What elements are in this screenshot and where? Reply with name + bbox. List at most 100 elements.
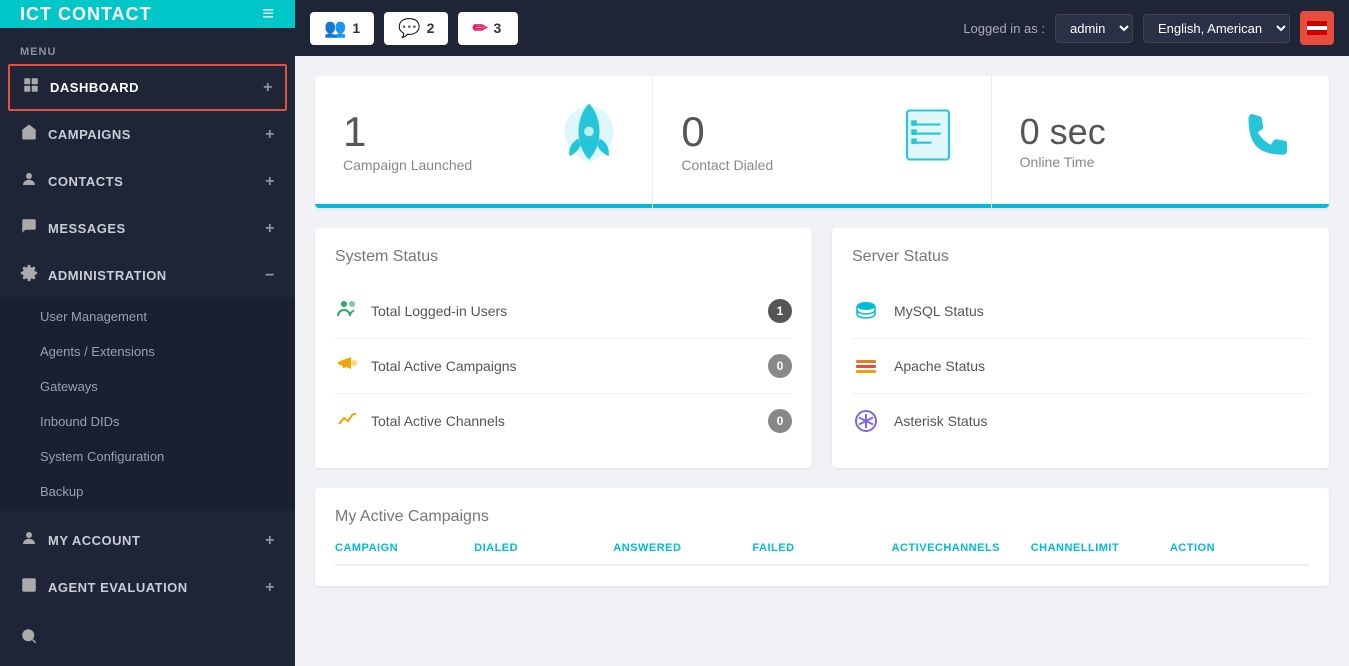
contacts-label: CONTACTS: [48, 174, 123, 189]
status-row-active-campaigns: Total Active Campaigns 0: [335, 339, 792, 394]
col-action: ACTION: [1170, 542, 1309, 554]
users-status-icon: [335, 296, 359, 326]
active-campaigns-section: My Active Campaigns CAMPAIGN DIALED ANSW…: [315, 488, 1329, 586]
sidebar-brand: ICT CONTACT ≡: [0, 0, 295, 28]
administration-submenu: User Management Agents / Extensions Gate…: [0, 299, 295, 509]
dashboard-label: DASHBOARD: [50, 80, 139, 95]
my-account-plus[interactable]: +: [265, 532, 275, 550]
status-row-active-channels: Total Active Channels 0: [335, 394, 792, 448]
page-content: 1 Campaign Launched 0: [295, 56, 1349, 666]
tab2-number: 2: [427, 20, 435, 36]
sidebar-item-administration[interactable]: ADMINISTRATION −: [0, 252, 295, 299]
my-account-icon: [20, 529, 38, 552]
brand-name: ICT CONTACT: [20, 4, 152, 25]
campaigns-table-header: CAMPAIGN DIALED ANSWERED FAILED ACTIVECH…: [335, 542, 1309, 566]
dashboard-plus[interactable]: +: [263, 79, 273, 97]
stat-online-label: Online Time: [1020, 154, 1106, 170]
top-navbar: 👥 1 💬 2 ✏ 3 Logged in as : admin English…: [295, 0, 1349, 56]
menu-label: MENU: [0, 28, 295, 64]
user-select[interactable]: admin: [1055, 14, 1133, 43]
sidebar-item-dashboard[interactable]: DASHBOARD +: [8, 64, 287, 111]
nav-tab-2[interactable]: 💬 2: [384, 12, 448, 45]
sidebar-sub-backup[interactable]: Backup: [0, 474, 295, 509]
col-activechannels: ACTIVECHANNELS: [892, 542, 1031, 554]
flag-icon[interactable]: [1300, 11, 1334, 45]
chart-status-icon: [335, 406, 359, 436]
tab1-number: 1: [352, 20, 360, 36]
stat-online-text: 0 sec Online Time: [1020, 114, 1106, 170]
server-status-title: Server Status: [852, 248, 1309, 266]
tab1-icon: 👥: [324, 18, 346, 39]
status-row-logged-users: Total Logged-in Users 1: [335, 284, 792, 339]
col-campaign: CAMPAIGN: [335, 542, 474, 554]
campaigns-plus[interactable]: +: [265, 126, 275, 144]
phone-icon: [1231, 100, 1301, 184]
stat-dialed-number: 0: [681, 111, 773, 153]
nav-tab-3[interactable]: ✏ 3: [458, 12, 518, 45]
agent-evaluation-icon: [20, 576, 38, 599]
messages-plus[interactable]: +: [265, 220, 275, 238]
stat-dialed-text: 0 Contact Dialed: [681, 111, 773, 173]
hamburger-icon[interactable]: ≡: [262, 3, 275, 26]
tab3-icon: ✏: [472, 18, 487, 39]
asterisk-label: Asterisk Status: [894, 413, 987, 429]
active-campaigns-badge: 0: [768, 354, 792, 378]
active-channels-label: Total Active Channels: [371, 413, 768, 429]
asterisk-icon: [852, 408, 880, 434]
server-row-mysql: MySQL Status: [852, 284, 1309, 339]
logged-in-label: Logged in as :: [963, 21, 1045, 36]
administration-label: ADMINISTRATION: [48, 268, 167, 283]
contacts-icon: [20, 170, 38, 193]
tab2-icon: 💬: [398, 18, 420, 39]
server-status-panel: Server Status MySQL Status: [832, 228, 1329, 468]
sidebar-item-messages[interactable]: MESSAGES +: [0, 205, 295, 252]
main-content: 👥 1 💬 2 ✏ 3 Logged in as : admin English…: [295, 0, 1349, 666]
stat-contact-dialed: 0 Contact Dialed: [653, 76, 991, 208]
two-col-section: System Status Total Logged-in Users 1: [315, 228, 1329, 468]
sidebar-item-contacts[interactable]: CONTACTS +: [0, 158, 295, 205]
list-icon: [893, 100, 963, 184]
apache-icon: [852, 353, 880, 379]
megaphone-status-icon: [335, 351, 359, 381]
active-campaigns-label: Total Active Campaigns: [371, 358, 768, 374]
sidebar-sub-agents-extensions[interactable]: Agents / Extensions: [0, 334, 295, 369]
rocket-icon: [554, 100, 624, 184]
col-dialed: DIALED: [474, 542, 613, 554]
sidebar-item-agent-evaluation[interactable]: AGENT EVALUATION +: [0, 564, 295, 611]
stat-dialed-label: Contact Dialed: [681, 157, 773, 173]
logged-users-label: Total Logged-in Users: [371, 303, 768, 319]
stat-online-time: 0 sec Online Time: [992, 76, 1329, 208]
stat-campaign-label: Campaign Launched: [343, 157, 472, 173]
agent-evaluation-plus[interactable]: +: [265, 579, 275, 597]
contacts-plus[interactable]: +: [265, 173, 275, 191]
col-answered: ANSWERED: [613, 542, 752, 554]
messages-label: MESSAGES: [48, 221, 126, 236]
system-status-title: System Status: [335, 248, 792, 266]
sidebar-item-my-account[interactable]: MY ACCOUNT +: [0, 517, 295, 564]
server-row-asterisk: Asterisk Status: [852, 394, 1309, 448]
language-select[interactable]: English, American: [1143, 14, 1290, 43]
stat-campaign-number: 1: [343, 111, 472, 153]
administration-icon: [20, 264, 38, 287]
mysql-label: MySQL Status: [894, 303, 984, 319]
sidebar-sub-user-management[interactable]: User Management: [0, 299, 295, 334]
apache-label: Apache Status: [894, 358, 985, 374]
administration-minus[interactable]: −: [265, 267, 275, 285]
logged-users-badge: 1: [768, 299, 792, 323]
col-channellimit: CHANNELLIMIT: [1031, 542, 1170, 554]
system-status-panel: System Status Total Logged-in Users 1: [315, 228, 812, 468]
nav-tab-1[interactable]: 👥 1: [310, 12, 374, 45]
sidebar-sub-system-configuration[interactable]: System Configuration: [0, 439, 295, 474]
sidebar-item-campaigns[interactable]: CAMPAIGNS +: [0, 111, 295, 158]
dashboard-icon: [22, 76, 40, 99]
my-account-label: MY ACCOUNT: [48, 533, 140, 548]
sidebar-sub-inbound-dids[interactable]: Inbound DIDs: [0, 404, 295, 439]
stat-campaign-text: 1 Campaign Launched: [343, 111, 472, 173]
mysql-icon: [852, 298, 880, 324]
campaigns-label: CAMPAIGNS: [48, 127, 131, 142]
active-channels-badge: 0: [768, 409, 792, 433]
stats-row: 1 Campaign Launched 0: [315, 76, 1329, 208]
agent-evaluation-label: AGENT EVALUATION: [48, 580, 188, 595]
sidebar-sub-gateways[interactable]: Gateways: [0, 369, 295, 404]
col-failed: FAILED: [752, 542, 891, 554]
